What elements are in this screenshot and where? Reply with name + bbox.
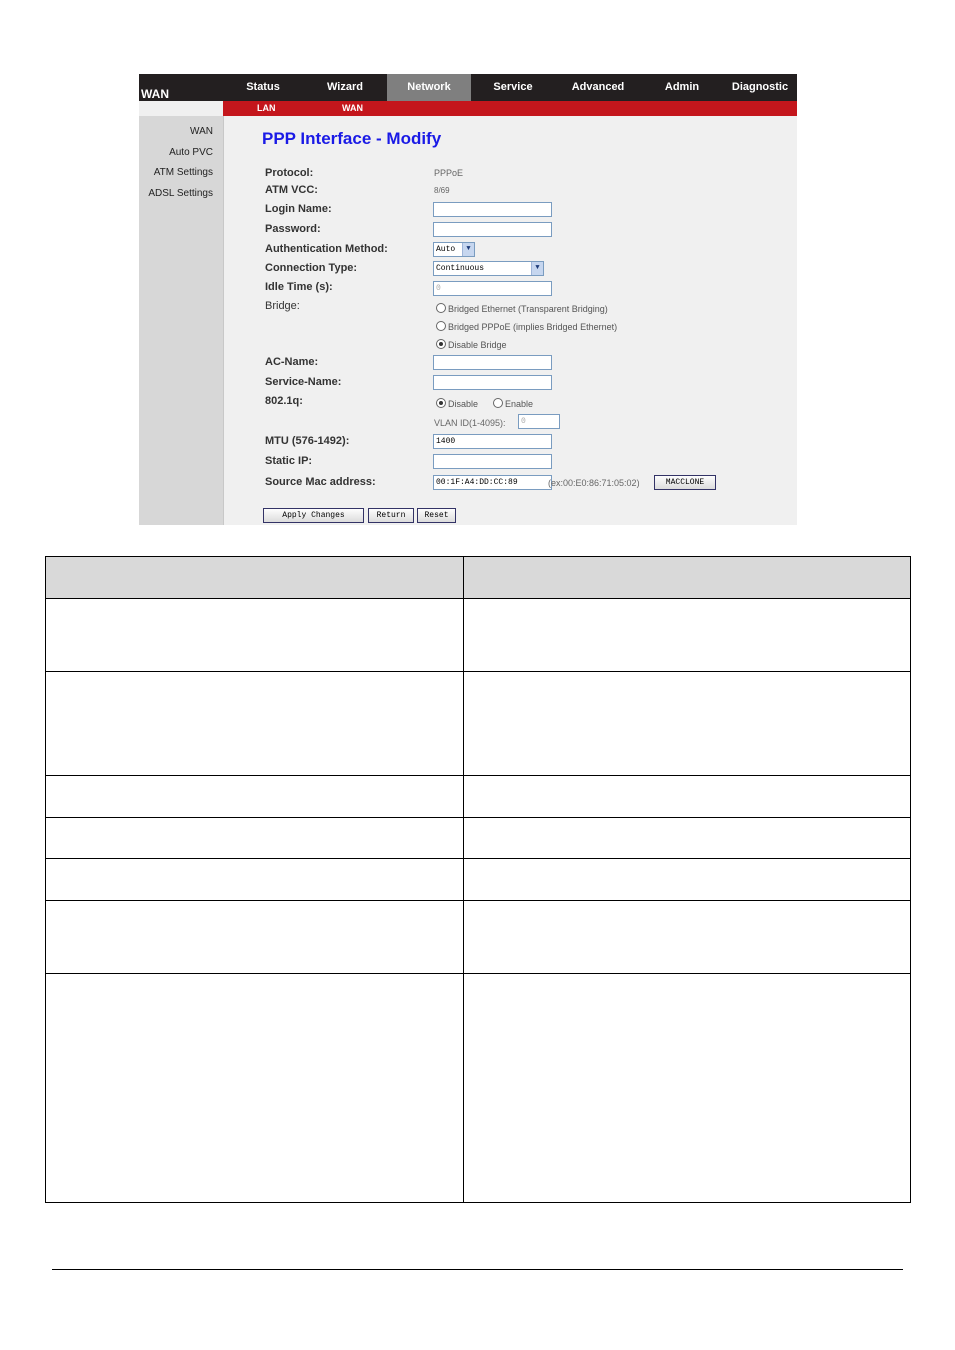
tab-admin[interactable]: Admin: [641, 74, 723, 101]
password-input[interactable]: [433, 222, 552, 237]
chevron-down-icon: ▼: [462, 243, 474, 256]
table-row: [45, 973, 911, 1203]
bridge-option-disable[interactable]: Disable Bridge: [436, 339, 507, 350]
bridge-label: Bridge:: [265, 300, 300, 312]
radio-icon: [493, 398, 503, 408]
sidebar-item-wan[interactable]: WAN: [190, 126, 213, 137]
mac-example-hint: (ex:00:E0:86:71:05:02): [548, 478, 640, 488]
table-row: [45, 775, 911, 818]
table-cell: [463, 775, 911, 818]
vlan-id-input[interactable]: 0: [518, 414, 560, 429]
table-cell: [45, 598, 464, 672]
service-name-label: Service-Name:: [265, 376, 342, 388]
bridge-option-ethernet-label: Bridged Ethernet (Transparent Bridging): [448, 304, 608, 314]
login-name-label: Login Name:: [265, 203, 332, 215]
tab-service[interactable]: Service: [471, 74, 555, 101]
footer-divider: [52, 1269, 903, 1270]
main-content: PPP Interface - Modify Protocol: PPPoE A…: [224, 116, 797, 525]
table-header-row: [45, 556, 911, 599]
bridge-option-disable-label: Disable Bridge: [448, 340, 507, 350]
table-cell: [463, 900, 911, 974]
table-cell: [463, 671, 911, 776]
sub-nav-bar: LAN WAN: [223, 101, 797, 116]
tab-advanced[interactable]: Advanced: [555, 74, 641, 101]
dot1q-label: 802.1q:: [265, 395, 303, 407]
table-cell: [463, 973, 911, 1203]
table-row: [45, 858, 911, 901]
bridge-option-ethernet[interactable]: Bridged Ethernet (Transparent Bridging): [436, 303, 608, 314]
table-header-cell: [45, 556, 464, 599]
radio-icon: [436, 303, 446, 313]
auth-method-label: Authentication Method:: [265, 243, 388, 255]
table-row: [45, 598, 911, 672]
tab-network[interactable]: Network: [387, 74, 471, 101]
dot1q-disable-label: Disable: [448, 399, 479, 409]
table-cell: [463, 817, 911, 859]
auth-method-value: Auto: [436, 245, 456, 254]
sidebar-item-auto-pvc[interactable]: Auto PVC: [169, 147, 213, 158]
login-name-input[interactable]: [433, 202, 552, 217]
ac-name-label: AC-Name:: [265, 356, 319, 368]
static-ip-input[interactable]: [433, 454, 552, 469]
sidebar-item-adsl-settings[interactable]: ADSL Settings: [148, 188, 213, 199]
table-cell: [463, 598, 911, 672]
mtu-label: MTU (576-1492):: [265, 435, 350, 447]
table-cell: [45, 775, 464, 818]
top-nav-bar: WAN Status Wizard Network Service Advanc…: [139, 74, 797, 101]
vlan-id-label: VLAN ID(1-4095):: [434, 418, 506, 428]
table-cell: [45, 817, 464, 859]
table-cell: [463, 858, 911, 901]
mtu-input[interactable]: 1400: [433, 434, 552, 449]
radio-selected-icon: [436, 339, 446, 349]
dot1q-option-disable[interactable]: Disable: [436, 398, 478, 409]
atm-vcc-label: ATM VCC:: [265, 184, 318, 196]
static-ip-label: Static IP:: [265, 455, 313, 467]
idle-time-input[interactable]: 0: [433, 281, 552, 296]
table-row: [45, 671, 911, 776]
ac-name-input[interactable]: [433, 355, 552, 370]
connection-type-label: Connection Type:: [265, 262, 358, 274]
table-row: [45, 900, 911, 974]
idle-time-label: Idle Time (s):: [265, 281, 333, 293]
password-label: Password:: [265, 223, 321, 235]
macclone-button[interactable]: MACCLONE: [654, 475, 716, 490]
table-cell: [45, 671, 464, 776]
table-cell: [45, 900, 464, 974]
chevron-down-icon: ▼: [531, 262, 543, 275]
dot1q-option-enable[interactable]: Enable: [493, 398, 533, 409]
table-header-cell: [463, 556, 911, 599]
sidebar-item-atm-settings[interactable]: ATM Settings: [154, 167, 213, 178]
auth-method-select[interactable]: Auto ▼: [433, 242, 475, 257]
radio-selected-icon: [436, 398, 446, 408]
page-title: PPP Interface - Modify: [262, 129, 442, 148]
tab-diagnostic[interactable]: Diagnostic: [723, 74, 797, 101]
connection-type-select[interactable]: Continuous ▼: [433, 261, 544, 276]
sidebar: WAN Auto PVC ATM Settings ADSL Settings: [139, 116, 224, 525]
return-button[interactable]: Return: [368, 508, 414, 523]
subtab-lan[interactable]: LAN: [257, 101, 276, 116]
protocol-value: PPPoE: [434, 168, 464, 178]
protocol-label: Protocol:: [265, 167, 314, 179]
table-row: [45, 817, 911, 859]
reset-button[interactable]: Reset: [417, 508, 456, 523]
router-screenshot: WAN Status Wizard Network Service Advanc…: [139, 74, 797, 525]
connection-type-value: Continuous: [436, 264, 485, 273]
section-title: WAN: [141, 87, 169, 101]
tab-wizard[interactable]: Wizard: [303, 74, 387, 101]
description-table: [45, 556, 911, 1203]
tab-status[interactable]: Status: [223, 74, 303, 101]
bridge-option-pppoe[interactable]: Bridged PPPoE (implies Bridged Ethernet): [436, 321, 617, 332]
bridge-option-pppoe-label: Bridged PPPoE (implies Bridged Ethernet): [448, 322, 618, 332]
service-name-input[interactable]: [433, 375, 552, 390]
atm-vcc-value: 8/69: [434, 186, 450, 195]
radio-icon: [436, 321, 446, 331]
mac-address-input[interactable]: 00:1F:A4:DD:CC:89: [433, 475, 552, 490]
mac-address-label: Source Mac address:: [265, 476, 376, 488]
subtab-wan[interactable]: WAN: [342, 101, 363, 116]
dot1q-enable-label: Enable: [505, 399, 534, 409]
table-cell: [45, 973, 464, 1203]
table-cell: [45, 858, 464, 901]
apply-changes-button[interactable]: Apply Changes: [263, 508, 364, 523]
